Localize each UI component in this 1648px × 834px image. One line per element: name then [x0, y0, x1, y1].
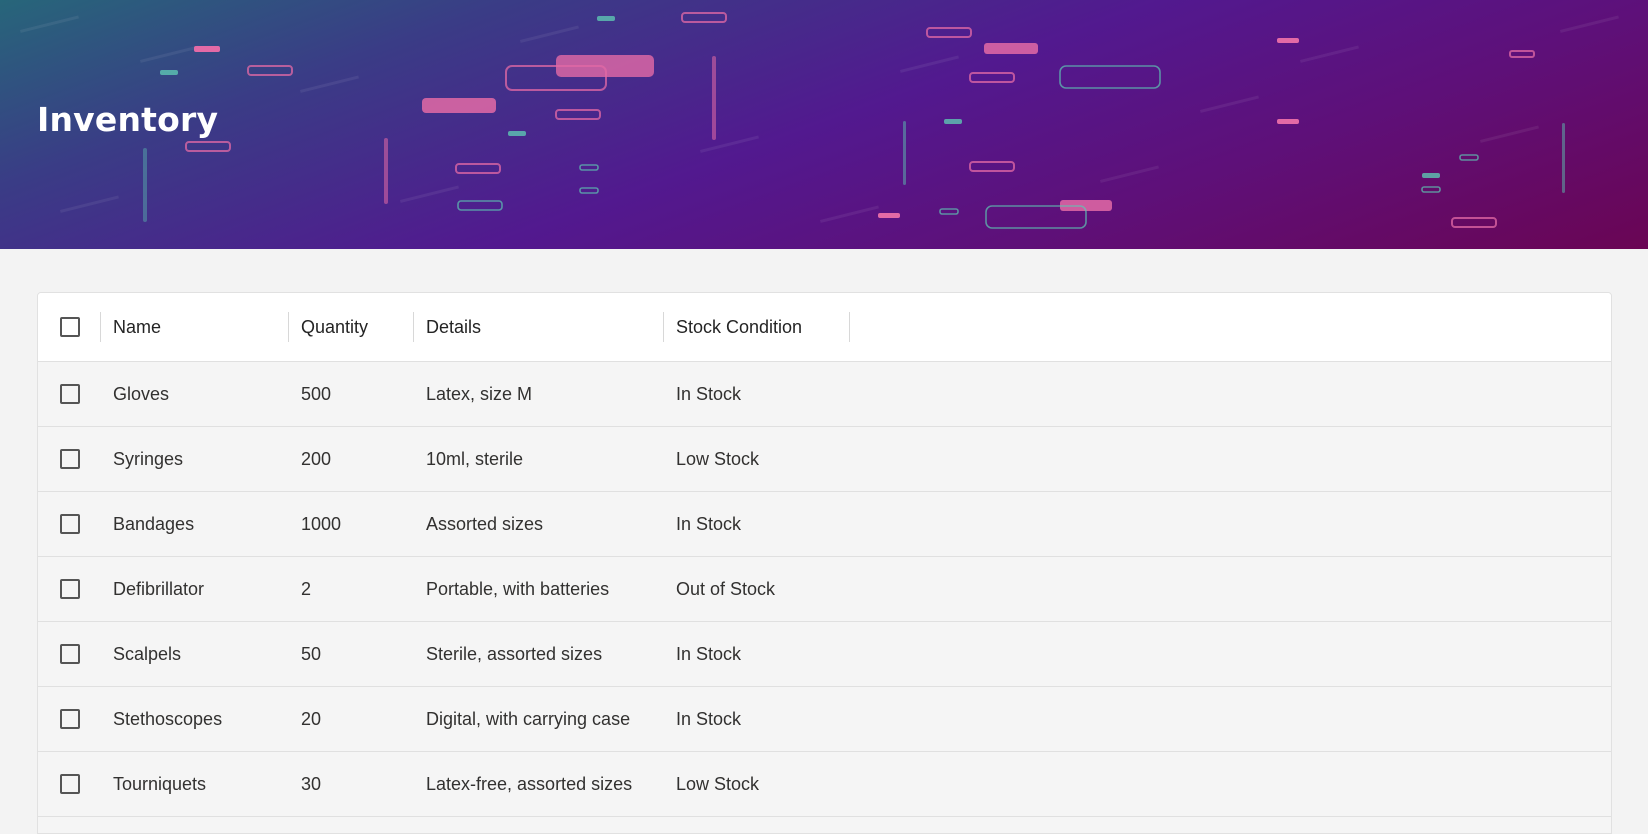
cell-name: Gloves [113, 383, 170, 404]
table-row[interactable]: Stethoscopes 20 Digital, with carrying c… [38, 687, 1611, 752]
cell-quantity: 30 [301, 773, 322, 794]
row-checkbox[interactable] [59, 644, 80, 664]
cell-stock-condition: In Stock [676, 708, 742, 729]
cell-quantity: 50 [301, 643, 322, 664]
row-checkbox[interactable] [59, 579, 80, 599]
banner-decoration [20, 12, 1619, 229]
row-checkbox[interactable] [59, 384, 80, 404]
table-row[interactable]: Scalpels 50 Sterile, assorted sizes In S… [38, 622, 1611, 687]
column-divider[interactable] [288, 312, 289, 342]
table-row[interactable]: Bandages 1000 Assorted sizes In Stock [38, 492, 1611, 557]
column-divider[interactable] [849, 312, 850, 342]
cell-stock-condition: Low Stock [676, 773, 760, 794]
row-checkbox[interactable] [59, 514, 80, 534]
cell-details: Portable, with batteries [426, 578, 610, 599]
cell-quantity: 200 [301, 448, 332, 469]
cell-name: Tourniquets [113, 773, 207, 794]
row-select-cell [38, 362, 100, 426]
row-select-cell [38, 752, 100, 816]
cell-quantity: 20 [301, 708, 322, 729]
row-checkbox[interactable] [59, 774, 80, 794]
cell-stock-condition: Low Stock [676, 448, 760, 469]
cell-details: Latex, size M [426, 383, 533, 404]
cell-details: Sterile, assorted sizes [426, 643, 603, 664]
cell-stock-condition: In Stock [676, 383, 742, 404]
cell-name: Scalpels [113, 643, 182, 664]
row-select-cell [38, 687, 100, 751]
cell-quantity: 2 [301, 578, 312, 599]
cell-name: Syringes [113, 448, 184, 469]
row-select-cell [38, 492, 100, 556]
column-divider[interactable] [413, 312, 414, 342]
cell-name: Defibrillator [113, 578, 205, 599]
cell-details: Digital, with carrying case [426, 708, 631, 729]
inventory-grid: Name Quantity Details Stock Condition Gl… [37, 292, 1612, 834]
column-header-quantity[interactable]: Quantity [301, 293, 368, 361]
select-all-cell [38, 293, 100, 361]
page-title: Inventory [37, 100, 219, 139]
row-select-cell [38, 427, 100, 491]
row-select-cell [38, 622, 100, 686]
cell-name: Stethoscopes [113, 708, 223, 729]
select-all-checkbox[interactable] [59, 317, 80, 337]
table-row[interactable]: Defibrillator 2 Portable, with batteries… [38, 557, 1611, 622]
row-checkbox[interactable] [59, 709, 80, 729]
column-header-stock-condition[interactable]: Stock Condition [676, 293, 802, 361]
cell-stock-condition: In Stock [676, 513, 742, 534]
grid-header-row: Name Quantity Details Stock Condition [38, 293, 1611, 362]
cell-stock-condition: In Stock [676, 643, 742, 664]
cell-quantity: 500 [301, 383, 332, 404]
table-row[interactable]: Tourniquets 30 Latex-free, assorted size… [38, 752, 1611, 817]
column-divider[interactable] [663, 312, 664, 342]
cell-details: 10ml, sterile [426, 448, 524, 469]
table-row[interactable]: Gloves 500 Latex, size M In Stock [38, 362, 1611, 427]
cell-stock-condition: Out of Stock [676, 578, 776, 599]
cell-details: Assorted sizes [426, 513, 544, 534]
row-select-cell [38, 557, 100, 621]
table-row[interactable]: Syringes 200 10ml, sterile Low Stock [38, 427, 1611, 492]
column-header-name[interactable]: Name [113, 293, 161, 361]
cell-name: Bandages [113, 513, 195, 534]
column-divider[interactable] [100, 312, 101, 342]
cell-quantity: 1000 [301, 513, 342, 534]
header-banner: Inventory [0, 0, 1648, 249]
column-header-details[interactable]: Details [426, 293, 481, 361]
cell-details: Latex-free, assorted sizes [426, 773, 633, 794]
row-checkbox[interactable] [59, 449, 80, 469]
